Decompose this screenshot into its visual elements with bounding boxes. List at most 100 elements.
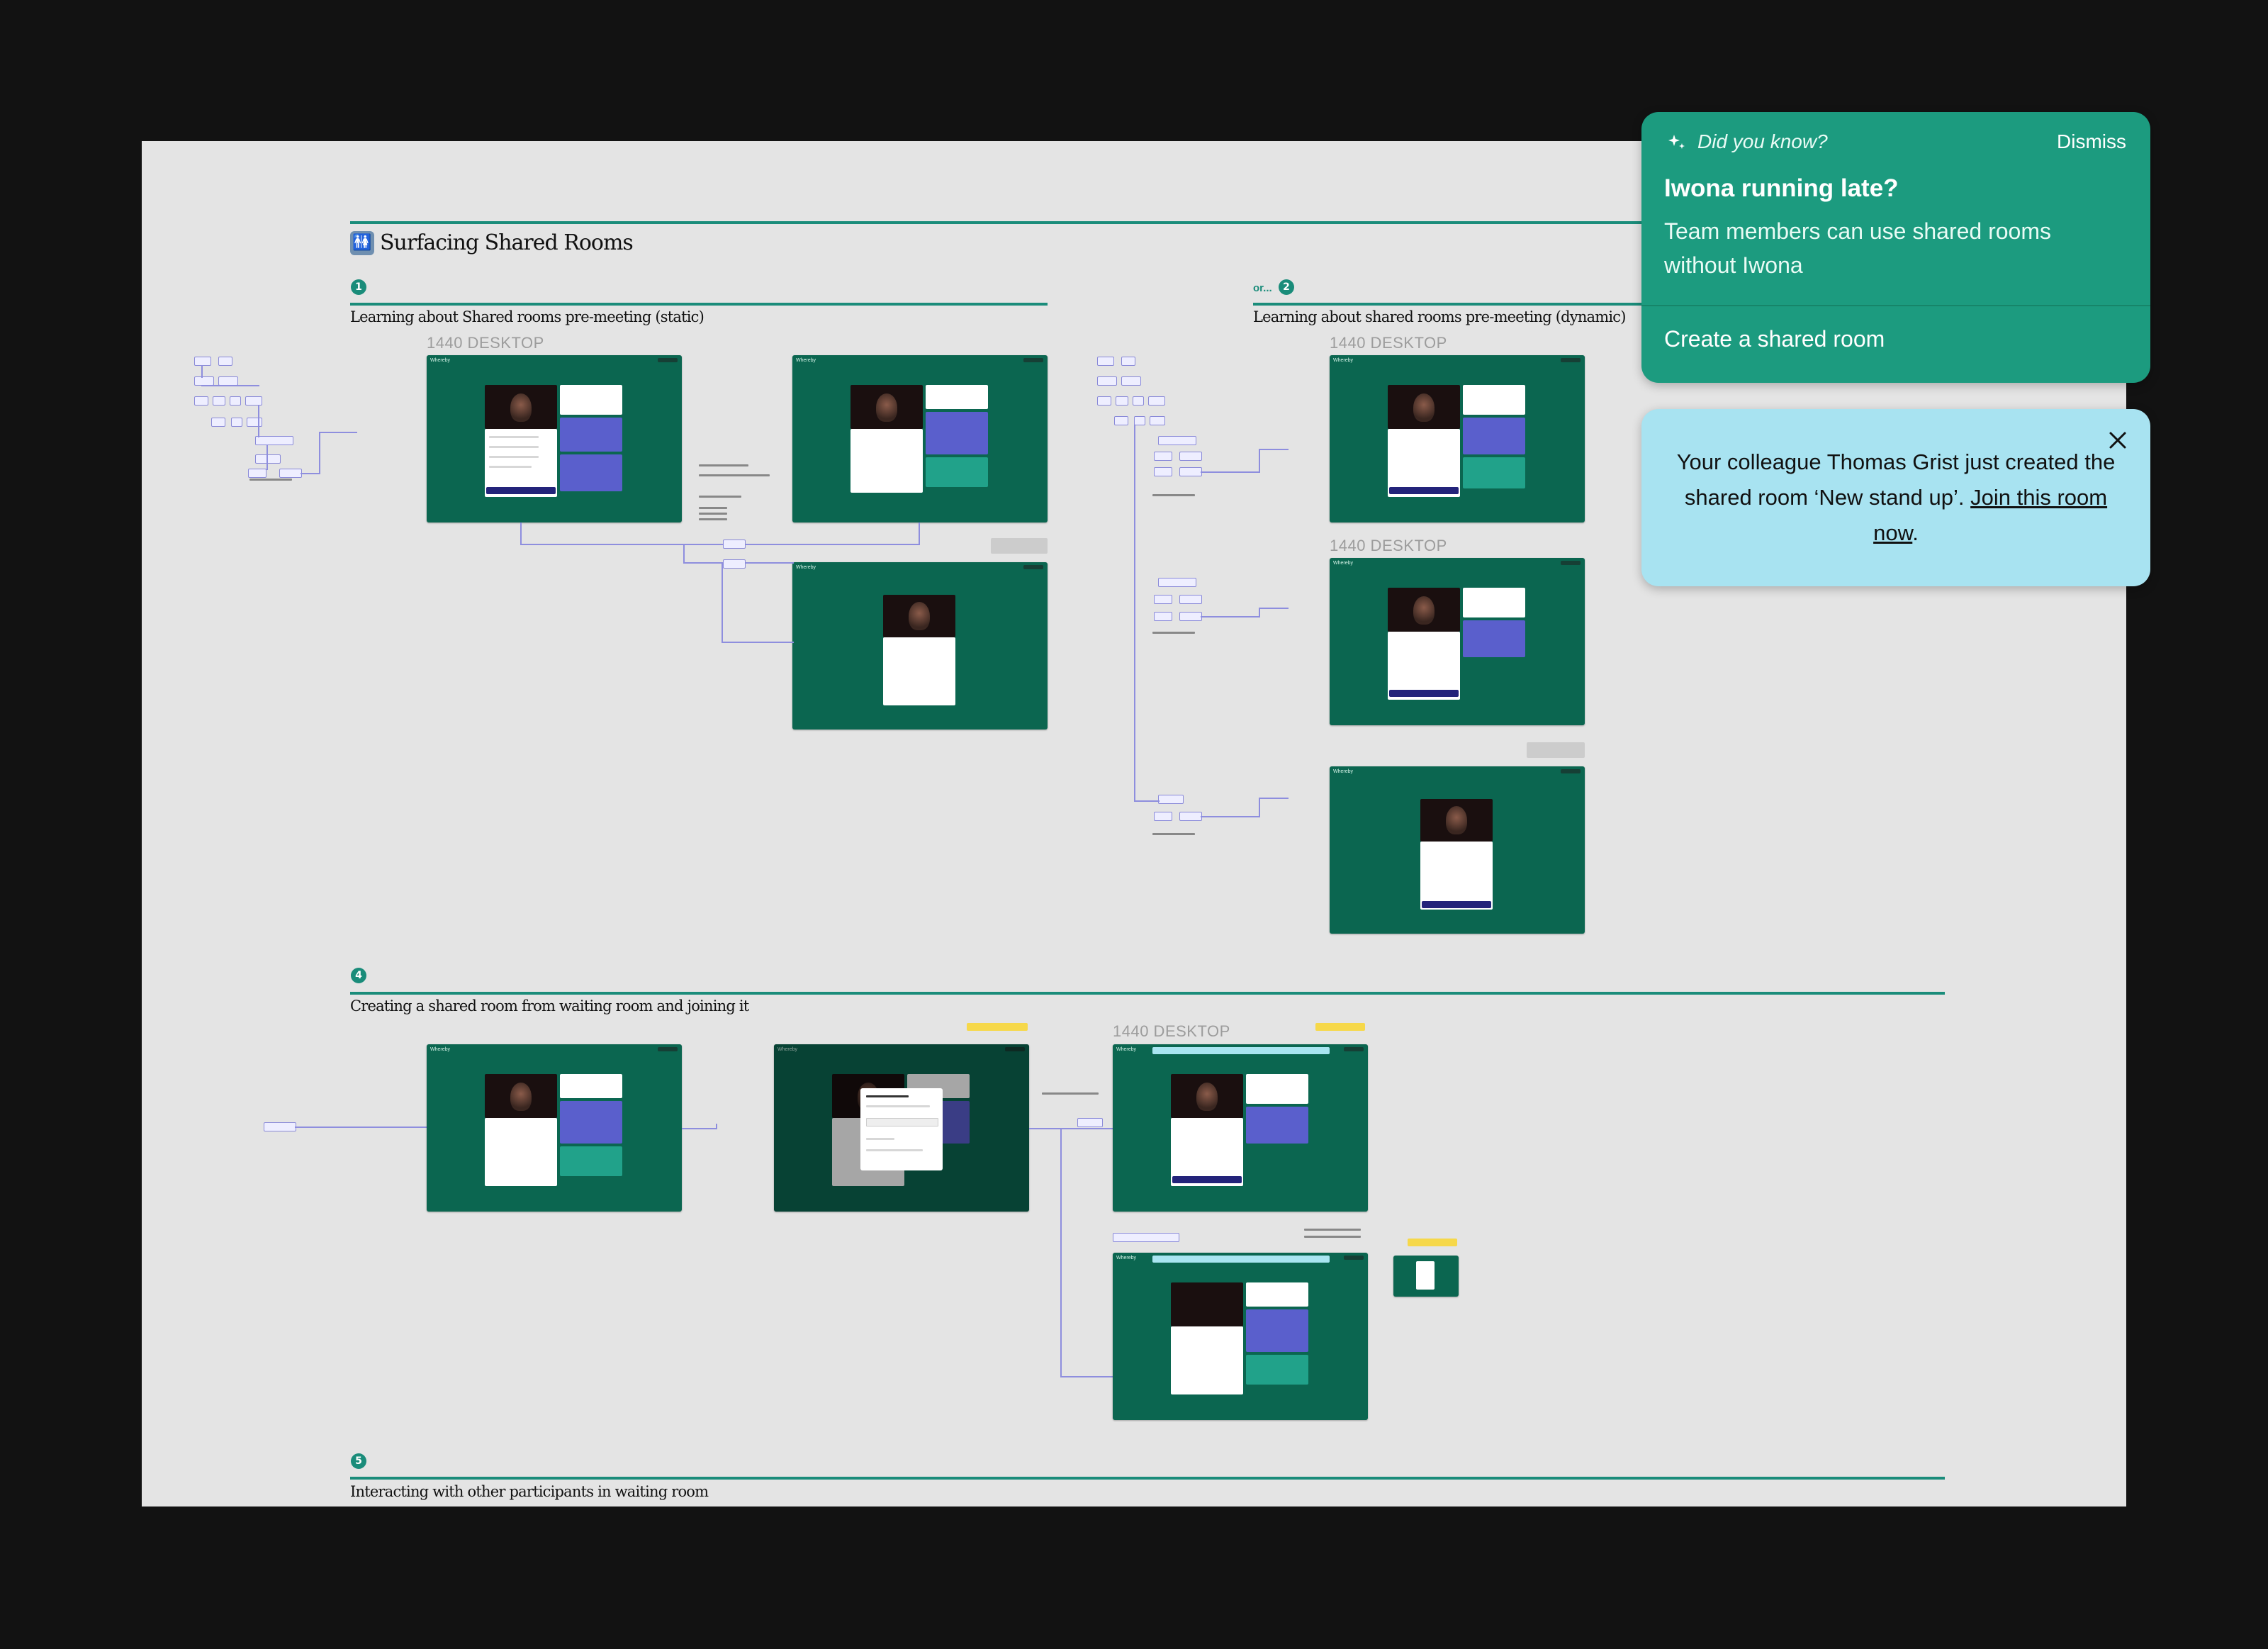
sticky-note <box>1315 1023 1365 1031</box>
flow-node[interactable] <box>231 418 242 427</box>
info-card <box>1463 620 1525 657</box>
frame-controls <box>658 358 678 362</box>
sticky-note <box>967 1023 1028 1031</box>
settings-panel <box>1420 842 1493 910</box>
profile-card <box>560 385 622 415</box>
flow-node[interactable] <box>211 418 225 427</box>
profile-card <box>926 385 988 409</box>
flow-node[interactable] <box>247 418 262 427</box>
annotation-text <box>699 474 770 476</box>
flow-node[interactable] <box>194 357 211 366</box>
flow-node[interactable] <box>1179 452 1202 461</box>
flow-node[interactable] <box>1179 595 1202 604</box>
frame-brand: Whereby <box>1333 358 1354 363</box>
flow-node[interactable] <box>1077 1118 1103 1127</box>
join-button[interactable] <box>486 487 556 494</box>
frame-label: 1440 DESKTOP <box>1330 334 1447 352</box>
flow-node[interactable] <box>1158 795 1184 804</box>
wireframe-frame[interactable]: Whereby <box>792 562 1048 730</box>
info-card <box>560 454 622 491</box>
wireframe-frame[interactable]: Whereby <box>427 1044 682 1212</box>
flow-node[interactable] <box>1113 1233 1179 1242</box>
wireframe-frame[interactable]: Whereby <box>1113 1044 1368 1212</box>
join-button[interactable] <box>1389 690 1459 697</box>
flow-node[interactable] <box>1179 612 1202 621</box>
flow-node[interactable] <box>1116 396 1128 406</box>
sticky-note <box>1408 1239 1457 1246</box>
create-shared-room-button[interactable]: Create a shared room <box>1664 326 1885 352</box>
flow-node[interactable] <box>1133 396 1144 406</box>
flow-node[interactable] <box>1158 578 1196 587</box>
connector <box>1134 425 1135 802</box>
flow-node[interactable] <box>279 469 302 478</box>
board-title: 🚻 Surfacing Shared Rooms <box>350 230 634 255</box>
flow-node[interactable] <box>1121 376 1141 386</box>
sparkle-icon <box>1668 135 1685 149</box>
info-card <box>1463 457 1525 488</box>
profile-card <box>1463 385 1525 415</box>
add-shared-room-modal[interactable] <box>860 1088 943 1170</box>
flow-node[interactable] <box>723 559 746 569</box>
frame-controls <box>1344 1047 1364 1051</box>
flow-node[interactable] <box>245 396 262 406</box>
flow-node[interactable] <box>1121 357 1135 366</box>
wireframe-frame[interactable]: Whereby <box>792 355 1048 522</box>
wireframe-thumbnail[interactable] <box>1393 1256 1459 1297</box>
flow-node[interactable] <box>194 396 208 406</box>
wireframe-frame[interactable]: Whereby <box>774 1044 1029 1212</box>
frame-controls <box>1023 565 1043 569</box>
flow-node[interactable] <box>1154 612 1172 621</box>
flow-node[interactable] <box>255 454 281 464</box>
flow-node[interactable] <box>1148 396 1165 406</box>
wireframe-frame[interactable]: Whereby <box>1330 766 1585 934</box>
did-you-know-card: Did you know? Dismiss Iwona running late… <box>1641 112 2150 383</box>
settings-panel <box>850 429 923 493</box>
camera-preview <box>485 1074 557 1118</box>
annotation-text <box>699 518 727 520</box>
flow-node[interactable] <box>723 540 746 549</box>
kicker-text: Did you know? <box>1697 130 1828 152</box>
flow-node[interactable] <box>255 436 293 445</box>
camera-preview <box>850 385 923 429</box>
flow-node[interactable] <box>1150 416 1165 425</box>
flow-node[interactable] <box>1154 452 1172 461</box>
connector <box>295 1127 428 1128</box>
flow-node[interactable] <box>1154 595 1172 604</box>
info-card <box>1246 1309 1308 1352</box>
notice-trailing: . <box>1912 520 1919 545</box>
dismiss-button[interactable]: Dismiss <box>2057 130 2126 153</box>
wireframe-frame[interactable]: Whereby <box>1113 1253 1368 1420</box>
connector <box>716 1124 717 1129</box>
join-button[interactable] <box>1172 1176 1242 1183</box>
section-rule <box>350 303 1048 306</box>
shared-room-notice: Your colleague Thomas Grist just created… <box>1641 409 2150 586</box>
flow-node[interactable] <box>1134 416 1145 425</box>
join-button[interactable] <box>1389 487 1459 494</box>
flow-node[interactable] <box>230 396 241 406</box>
flow-node[interactable] <box>1154 467 1172 476</box>
connector <box>682 1128 717 1129</box>
flow-node[interactable] <box>1097 357 1114 366</box>
section-or-prefix: or... <box>1253 282 1272 294</box>
flow-node[interactable] <box>1179 467 1202 476</box>
join-button[interactable] <box>1422 901 1491 908</box>
annotation-text <box>699 513 727 515</box>
flow-node[interactable] <box>1114 416 1128 425</box>
flow-node[interactable] <box>1179 812 1202 821</box>
flow-node[interactable] <box>264 1122 296 1131</box>
wireframe-frame[interactable]: Whereby <box>1330 558 1585 725</box>
flow-node[interactable] <box>218 357 232 366</box>
flow-node[interactable] <box>248 469 266 478</box>
section-rule <box>350 1477 1945 1480</box>
flow-node[interactable] <box>213 396 225 406</box>
wireframe-frame[interactable]: Whereby <box>1330 355 1585 522</box>
wireframe-frame[interactable]: Whereby <box>427 355 682 522</box>
frame-controls <box>658 1047 678 1051</box>
flow-node[interactable] <box>1158 436 1196 445</box>
flow-node[interactable] <box>1097 396 1111 406</box>
section-title: Interacting with other participants in w… <box>350 1483 709 1500</box>
frame-brand: Whereby <box>796 565 816 570</box>
flow-node[interactable] <box>1154 812 1172 821</box>
flow-node[interactable] <box>1097 376 1117 386</box>
frame-brand: Whereby <box>796 358 816 363</box>
